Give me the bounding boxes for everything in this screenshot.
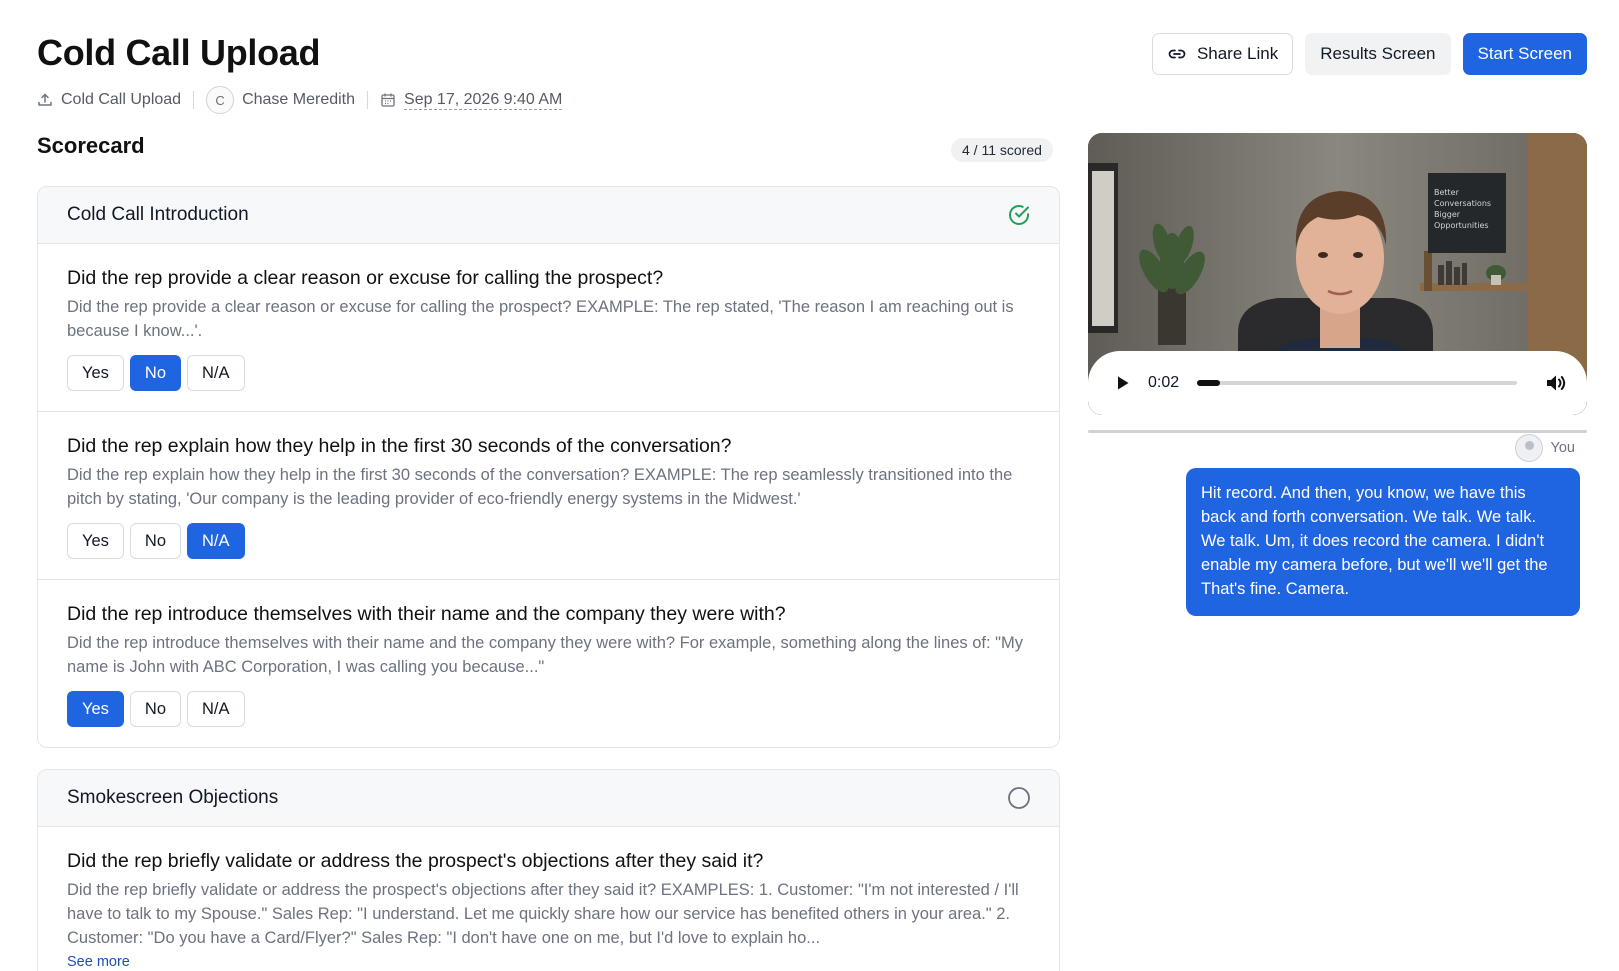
section-header[interactable]: Cold Call Introduction (38, 187, 1059, 244)
section-header[interactable]: Smokescreen Objections (38, 770, 1059, 827)
answer-group: Yes No N/A (67, 691, 1031, 747)
section-title: Smokescreen Objections (67, 787, 279, 808)
question-description: Did the rep briefly validate or address … (67, 881, 1019, 947)
empty-circle-icon (1008, 787, 1030, 809)
panel-divider (1088, 430, 1587, 433)
answer-no-button[interactable]: No (129, 355, 182, 391)
section-title: Cold Call Introduction (67, 204, 249, 225)
question-title: Did the rep introduce themselves with th… (67, 603, 786, 625)
start-screen-button[interactable]: Start Screen (1462, 33, 1587, 75)
answer-group: Yes No N/A (67, 523, 1031, 579)
answer-na-button[interactable]: N/A (187, 355, 245, 391)
question-title: Did the rep explain how they help in the… (67, 435, 732, 457)
video-time: 0:02 (1148, 374, 1180, 391)
page-title: Cold Call Upload (37, 32, 321, 73)
meta-user-name: Chase Meredith (242, 91, 356, 108)
sender-name: You (1550, 440, 1575, 456)
page-meta: Cold Call Upload C Chase Meredith Sep 17… (37, 86, 563, 114)
question-item: Did the rep provide a clear reason or ex… (38, 244, 1059, 412)
avatar: C (206, 86, 235, 114)
sender-avatar (1514, 434, 1543, 462)
answer-na-button[interactable]: N/A (187, 523, 245, 559)
calendar-icon (381, 93, 395, 107)
volume-icon[interactable] (1545, 373, 1567, 393)
question-description: Did the rep explain how they help in the… (67, 466, 1013, 508)
play-icon[interactable] (1116, 375, 1130, 391)
check-circle-icon (1009, 205, 1029, 225)
link-icon (1168, 49, 1186, 59)
video-progress-fill (1197, 380, 1220, 386)
meta-user: C Chase Meredith (206, 86, 355, 114)
answer-group: Yes No N/A (67, 355, 1031, 411)
meta-divider (367, 91, 369, 109)
question-item: Did the rep introduce themselves with th… (38, 580, 1059, 747)
answer-yes-button[interactable]: Yes (67, 523, 124, 559)
results-screen-button[interactable]: Results Screen (1305, 33, 1451, 75)
chat-message-bubble: Hit record. And then, you know, we have … (1186, 468, 1580, 616)
question-item: Did the rep briefly validate or address … (38, 827, 1059, 970)
section-cold-call-introduction: Cold Call Introduction Did the rep provi… (37, 186, 1060, 748)
meta-date: Sep 17, 2026 9:40 AM (380, 91, 563, 110)
top-actions: Share Link Results Screen Start Screen (1151, 33, 1587, 75)
see-more-link[interactable]: See more (67, 954, 1031, 970)
video-seek-bar[interactable] (1197, 380, 1517, 386)
upload-icon (38, 93, 52, 106)
section-smokescreen-objections: Smokescreen Objections Did the rep brief… (37, 769, 1060, 971)
share-link-button[interactable]: Share Link (1151, 33, 1294, 75)
meta-divider (193, 91, 195, 109)
question-title: Did the rep briefly validate or address … (67, 850, 764, 872)
meta-upload: Cold Call Upload (37, 91, 181, 109)
video-controls: 0:02 (1088, 351, 1587, 415)
question-description: Did the rep introduce themselves with th… (67, 634, 1024, 676)
scorecard-title: Scorecard (37, 133, 145, 158)
share-link-label: Share Link (1196, 44, 1279, 63)
answer-no-button[interactable]: No (129, 691, 182, 727)
answer-na-button[interactable]: N/A (187, 691, 245, 727)
answer-yes-button[interactable]: Yes (67, 691, 124, 727)
message-sender: You (1514, 434, 1575, 462)
answer-yes-button[interactable]: Yes (67, 355, 124, 391)
question-title: Did the rep provide a clear reason or ex… (67, 267, 664, 289)
meta-date-text[interactable]: Sep 17, 2026 9:40 AM (404, 91, 563, 110)
answer-no-button[interactable]: No (129, 523, 182, 559)
question-item: Did the rep explain how they help in the… (38, 412, 1059, 580)
question-description: Did the rep provide a clear reason or ex… (67, 298, 1014, 340)
scored-badge: 4 / 11 scored (951, 138, 1053, 162)
meta-upload-label: Cold Call Upload (61, 91, 182, 108)
video-player[interactable]: Better Conversations Bigger Opportunities 0… (1088, 133, 1587, 415)
